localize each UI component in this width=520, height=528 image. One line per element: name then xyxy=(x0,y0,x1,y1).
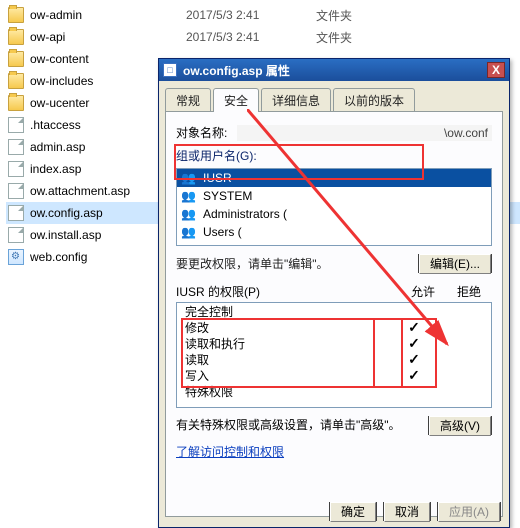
file-name: ow.config.asp xyxy=(30,206,103,220)
close-icon[interactable]: X xyxy=(487,62,505,78)
properties-dialog: □ ow.config.asp 属性 X 常规 安全 详细信息 以前的版本 对象… xyxy=(158,58,510,528)
file-row[interactable]: ow-api 2017/5/3 2:41文件夹 xyxy=(6,26,520,48)
file-name: ow.install.asp xyxy=(30,228,101,242)
file-name: ow-includes xyxy=(30,74,93,88)
folder-icon xyxy=(8,73,24,89)
edit-button[interactable]: 编辑(E)... xyxy=(419,254,491,274)
permission-row[interactable]: 修改✓ xyxy=(177,319,491,335)
tab-details[interactable]: 详细信息 xyxy=(261,88,331,112)
tab-general[interactable]: 常规 xyxy=(165,88,211,112)
permission-row[interactable]: 读取✓ xyxy=(177,351,491,367)
permission-allow: ✓ xyxy=(391,367,437,384)
permission-allow: ✓ xyxy=(391,351,437,368)
permission-row[interactable]: 读取和执行✓ xyxy=(177,335,491,351)
file-name: ow-content xyxy=(30,52,89,66)
permission-row[interactable]: 完全控制 xyxy=(177,303,491,319)
file-name: ow-admin xyxy=(30,8,82,22)
file-icon xyxy=(8,227,24,243)
user-name: Administrators ( xyxy=(203,207,287,221)
user-name: Users ( xyxy=(203,225,242,239)
file-name: ow-ucenter xyxy=(30,96,89,110)
file-date: 2017/5/3 2:41 xyxy=(186,8,316,22)
edit-hint-text: 要更改权限，请单击"编辑"。 xyxy=(176,255,418,272)
users-icon: 👥 xyxy=(181,189,197,203)
permission-row[interactable]: 写入✓ xyxy=(177,367,491,383)
permission-name: 完全控制 xyxy=(185,303,391,320)
user-name: IUSR xyxy=(203,171,232,185)
apply-button[interactable]: 应用(A) xyxy=(438,502,500,522)
users-icon: 👥 xyxy=(181,207,197,221)
users-icon: 👥 xyxy=(181,171,197,185)
permission-allow: ✓ xyxy=(391,335,437,352)
config-icon xyxy=(8,249,24,265)
user-list-item[interactable]: 👥 IUSR xyxy=(177,169,491,187)
file-icon xyxy=(8,205,24,221)
file-name: index.asp xyxy=(30,162,81,176)
dialog-titlebar[interactable]: □ ow.config.asp 属性 X xyxy=(159,59,509,81)
security-tab-panel: 对象名称: \ow.conf 组或用户名(G): 👥 IUSR 👥 SYSTEM 👥… xyxy=(165,111,503,517)
permissions-listbox[interactable]: 完全控制修改✓读取和执行✓读取✓写入✓特殊权限 xyxy=(176,302,492,408)
file-date: 2017/5/3 2:41 xyxy=(186,30,316,44)
permission-name: 写入 xyxy=(185,367,391,384)
user-name: SYSTEM xyxy=(203,189,252,203)
permission-allow: ✓ xyxy=(391,319,437,336)
file-icon xyxy=(8,161,24,177)
file-icon xyxy=(8,117,24,133)
user-list-item[interactable]: 👥 Users ( xyxy=(177,223,491,241)
file-name: web.config xyxy=(30,250,87,264)
file-name: admin.asp xyxy=(30,140,85,154)
folder-icon xyxy=(8,51,24,67)
file-name: ow-api xyxy=(30,30,65,44)
file-name: ow.attachment.asp xyxy=(30,184,130,198)
folder-icon xyxy=(8,7,24,23)
advanced-button[interactable]: 高级(V) xyxy=(429,416,491,436)
allow-header: 允许 xyxy=(400,283,446,300)
ok-button[interactable]: 确定 xyxy=(330,502,376,522)
file-name: .htaccess xyxy=(30,118,81,132)
users-listbox[interactable]: 👥 IUSR 👥 SYSTEM 👥 Administrators ( 👥 Users ( xyxy=(176,168,492,246)
folder-icon xyxy=(8,95,24,111)
file-row[interactable]: ow-admin 2017/5/3 2:41文件夹 xyxy=(6,4,520,26)
file-icon: □ xyxy=(163,63,177,77)
file-icon xyxy=(8,139,24,155)
learn-access-control-link[interactable]: 了解访问控制和权限 xyxy=(176,443,284,460)
groups-users-label: 组或用户名(G): xyxy=(176,147,492,164)
object-name-value: \ow.conf xyxy=(237,125,492,141)
user-list-item[interactable]: 👥 Administrators ( xyxy=(177,205,491,223)
dialog-title: ow.config.asp 属性 xyxy=(183,62,481,79)
permission-name: 修改 xyxy=(185,319,391,336)
tab-security[interactable]: 安全 xyxy=(213,88,259,112)
permissions-title: IUSR 的权限(P) xyxy=(176,283,400,300)
users-icon: 👥 xyxy=(181,225,197,239)
deny-header: 拒绝 xyxy=(446,283,492,300)
cancel-button[interactable]: 取消 xyxy=(384,502,430,522)
permission-name: 特殊权限 xyxy=(185,383,391,400)
tabs-bar: 常规 安全 详细信息 以前的版本 xyxy=(159,81,509,111)
folder-icon xyxy=(8,29,24,45)
object-name-label: 对象名称: xyxy=(176,124,227,141)
user-list-item[interactable]: 👥 SYSTEM xyxy=(177,187,491,205)
file-icon xyxy=(8,183,24,199)
tab-previous[interactable]: 以前的版本 xyxy=(333,88,415,112)
permission-name: 读取 xyxy=(185,351,391,368)
permission-row[interactable]: 特殊权限 xyxy=(177,383,491,399)
file-type: 文件夹 xyxy=(316,29,396,46)
permission-name: 读取和执行 xyxy=(185,335,391,352)
file-type: 文件夹 xyxy=(316,7,396,24)
advanced-hint-text: 有关特殊权限或高级设置，请单击"高级"。 xyxy=(176,416,420,433)
